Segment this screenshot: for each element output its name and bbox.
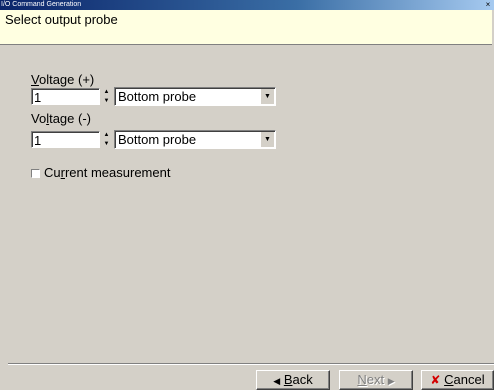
- spin-up-icon[interactable]: ▲: [100, 88, 113, 96]
- current-measurement-label[interactable]: Current measurement: [44, 165, 170, 180]
- voltage-minus-value-input[interactable]: 1: [31, 131, 100, 148]
- footer-divider: [8, 363, 494, 365]
- dropdown-arrow-icon[interactable]: ▼: [260, 132, 274, 147]
- voltage-minus-probe-value: Bottom probe: [118, 132, 197, 147]
- voltage-minus-probe-select[interactable]: Bottom probe ▼: [114, 130, 276, 149]
- voltage-minus-label: Voltage (-): [31, 111, 91, 126]
- title-bar[interactable]: I/O Command Generation ×: [0, 0, 494, 10]
- page-title: Select output probe: [5, 12, 118, 27]
- voltage-plus-spinner[interactable]: ▲ ▼: [100, 88, 113, 105]
- window-title: I/O Command Generation: [1, 1, 82, 8]
- back-arrow-icon: ◀: [273, 376, 281, 386]
- voltage-plus-probe-select[interactable]: Bottom probe ▼: [114, 87, 276, 106]
- voltage-plus-label: Voltage (+): [31, 72, 95, 87]
- spin-down-icon[interactable]: ▼: [100, 97, 113, 105]
- current-measurement-checkbox[interactable]: [31, 169, 40, 178]
- header-banner: Select output probe: [0, 10, 492, 45]
- spin-up-icon[interactable]: ▲: [100, 131, 113, 139]
- voltage-minus-spinner[interactable]: ▲ ▼: [100, 131, 113, 148]
- wizard-window: I/O Command Generation × Select output p…: [0, 0, 494, 390]
- close-icon[interactable]: ×: [484, 0, 492, 10]
- cancel-icon: ✘: [430, 373, 441, 387]
- cancel-button[interactable]: ✘ Cancel: [421, 370, 494, 390]
- spin-down-icon[interactable]: ▼: [100, 140, 113, 148]
- wizard-content: Voltage (+) 1 ▲ ▼ Bottom probe ▼ Voltage…: [0, 45, 494, 363]
- next-arrow-icon: ▶: [387, 376, 395, 386]
- next-button[interactable]: Next ▶: [339, 370, 413, 390]
- dropdown-arrow-icon[interactable]: ▼: [260, 89, 274, 104]
- back-button[interactable]: ◀ Back: [256, 370, 330, 390]
- voltage-plus-probe-value: Bottom probe: [118, 89, 197, 104]
- voltage-plus-value-input[interactable]: 1: [31, 88, 100, 105]
